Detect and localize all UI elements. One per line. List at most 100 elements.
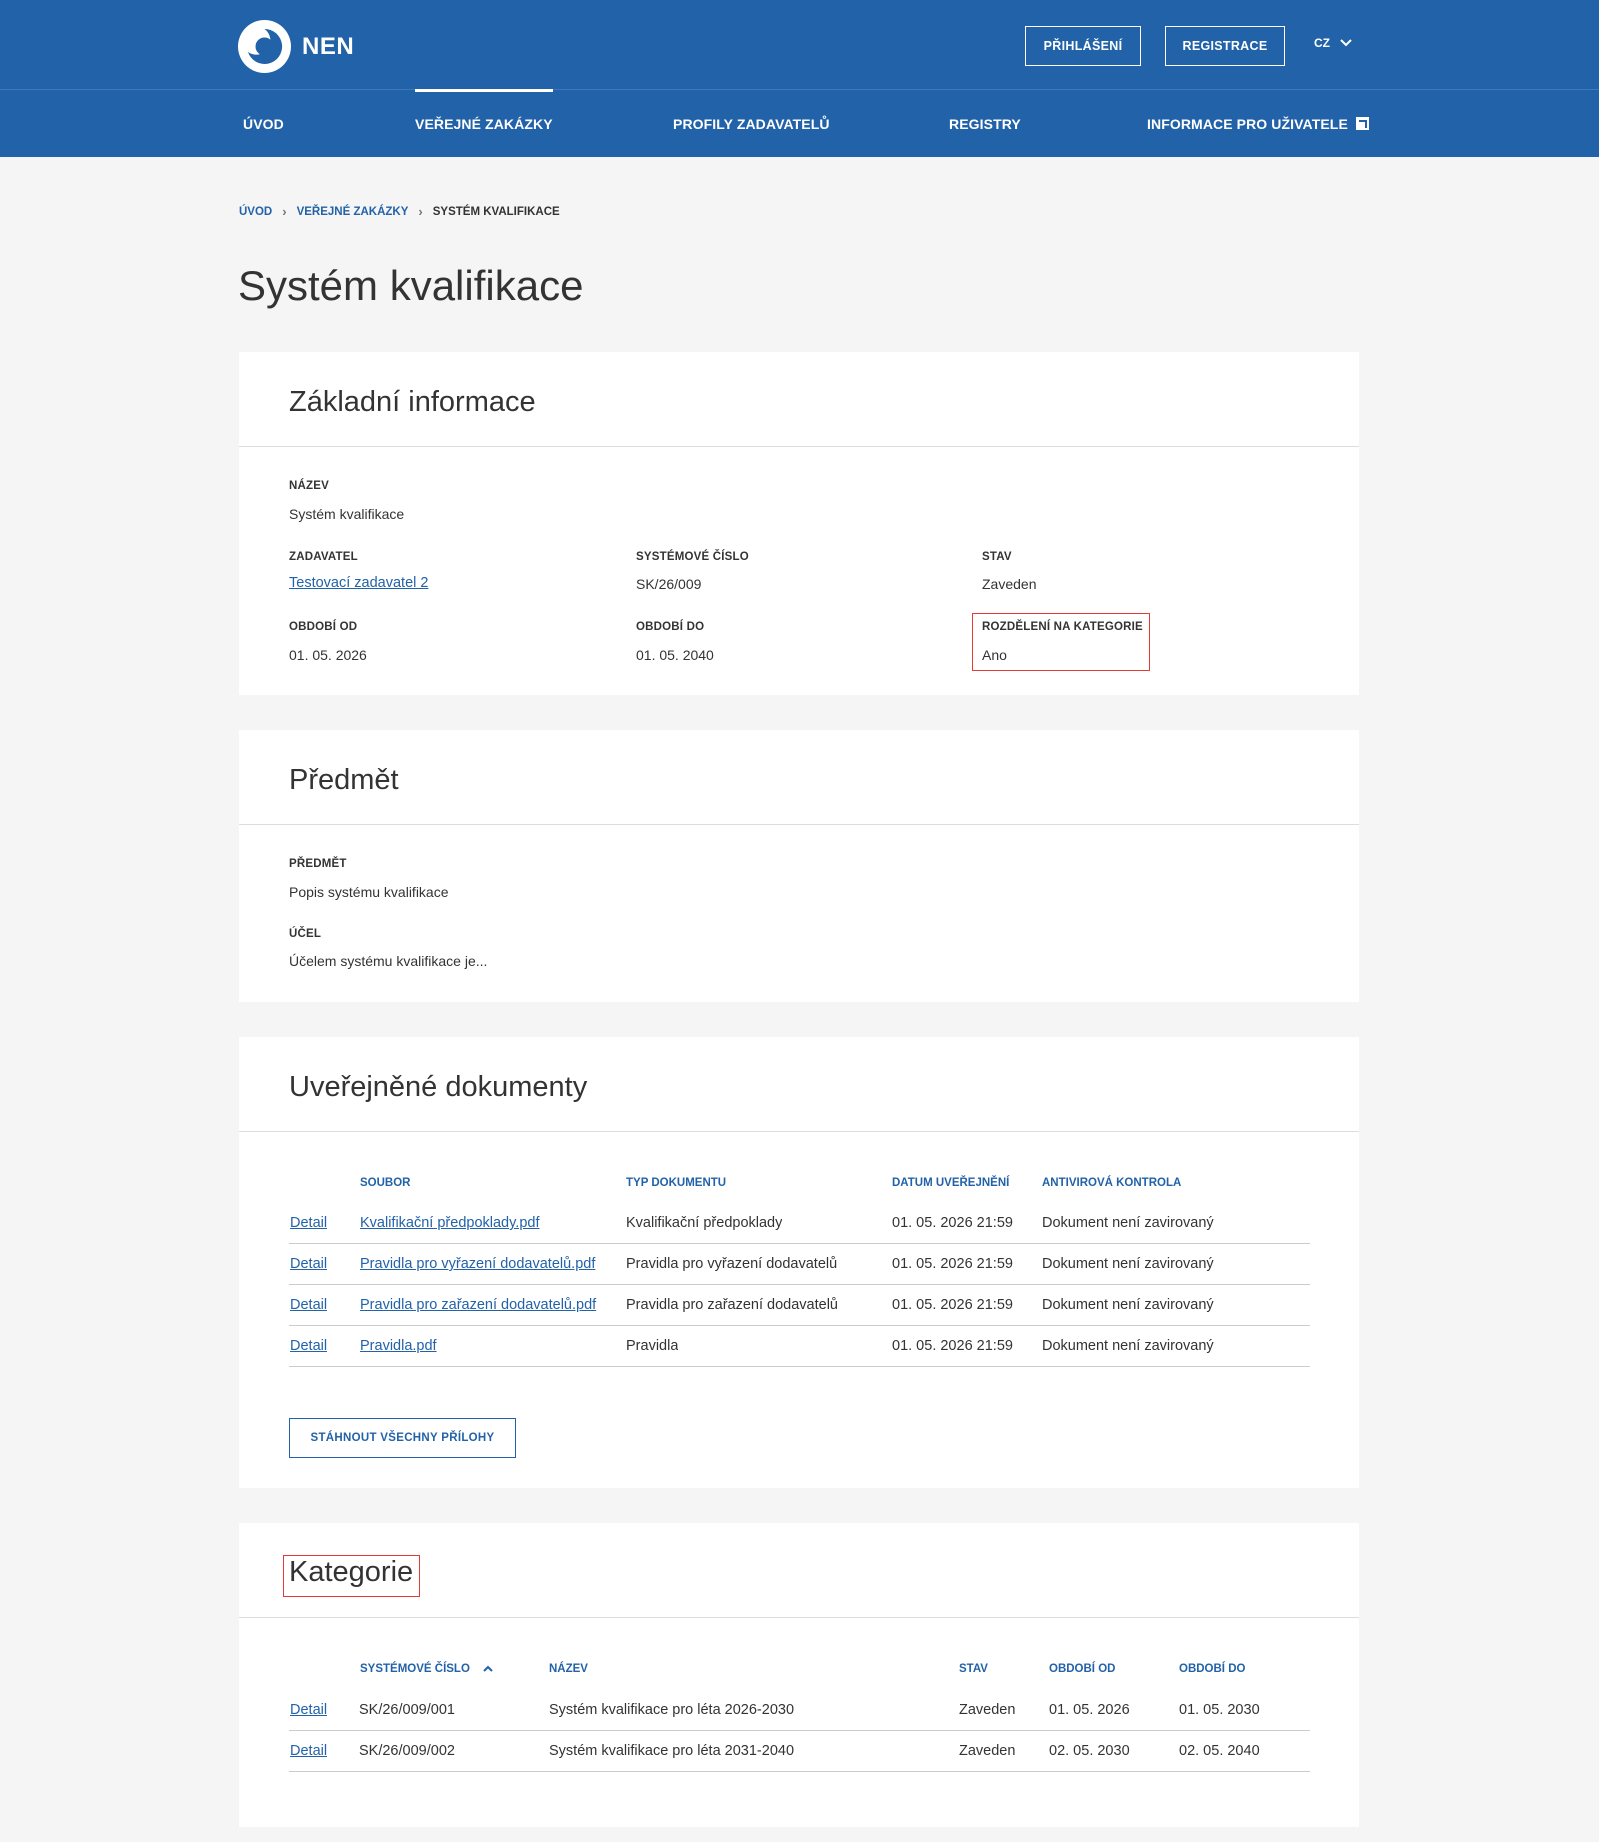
breadcrumb-uvod[interactable]: ÚVOD <box>239 206 272 218</box>
file-link[interactable]: Kvalifikační předpoklady.pdf <box>360 1215 614 1231</box>
card-title: Předmět <box>289 764 399 796</box>
system-number: SK/26/009/002 <box>359 1743 455 1759</box>
detail-link[interactable]: Detail <box>290 1338 327 1354</box>
document-type: Pravidla <box>626 1338 679 1354</box>
name-value: Systém kvalifikace <box>289 506 405 522</box>
purpose-label: ÚČEL <box>289 928 322 940</box>
detail-link[interactable]: Detail <box>290 1256 327 1272</box>
antivirus-status: Dokument není zavirovaný <box>1042 1256 1214 1272</box>
contracting-authority-label: ZADAVATEL <box>289 551 358 563</box>
period-from-value: 01. 05. 2026 <box>289 647 367 663</box>
site-header: NEN PŘIHLÁŠENÍ REGISTRACE CZ ÚVOD VEŘEJN… <box>0 0 1599 157</box>
column-header-type[interactable]: TYP DOKUMENTU <box>626 1177 726 1189</box>
period-to-value: 01. 05. 2040 <box>636 647 714 663</box>
column-header-name[interactable]: NÁZEV <box>549 1663 588 1675</box>
column-header-file[interactable]: SOUBOR <box>360 1177 410 1189</box>
file-link[interactable]: Pravidla pro vyřazení dodavatelů.pdf <box>360 1256 614 1272</box>
antivirus-status: Dokument není zavirovaný <box>1042 1297 1214 1313</box>
detail-link[interactable]: Detail <box>290 1215 327 1231</box>
column-header-antivirus[interactable]: ANTIVIROVÁ KONTROLA <box>1042 1177 1181 1189</box>
basic-info-card: Základní informace NÁZEV Systém kvalifik… <box>239 352 1359 695</box>
publish-date: 01. 05. 2026 21:59 <box>892 1338 1013 1354</box>
card-header: Základní informace <box>239 352 1359 447</box>
system-number: SK/26/009/001 <box>359 1702 455 1718</box>
system-number-value: SK/26/009 <box>636 576 702 592</box>
document-type: Pravidla pro zařazení dodavatelů <box>626 1297 838 1313</box>
card-title: Uveřejněné dokumenty <box>289 1071 588 1103</box>
breadcrumb: ÚVOD › VEŘEJNÉ ZAKÁZKY › SYSTÉM KVALIFIK… <box>239 204 560 219</box>
nav-item-informace-pro-uzivatele[interactable]: INFORMACE PRO UŽIVATELE <box>1147 90 1369 157</box>
subject-card: Předmět PŘEDMĚT Popis systému kvalifikac… <box>239 730 1359 1002</box>
period-from: 02. 05. 2030 <box>1049 1743 1130 1759</box>
sort-ascending-icon <box>483 1666 493 1673</box>
file-link[interactable]: Pravidla.pdf <box>360 1338 614 1354</box>
nen-logo-icon <box>238 20 291 73</box>
column-header-system-number[interactable]: SYSTÉMOVÉ ČÍSLO <box>360 1663 493 1675</box>
purpose-value: Účelem systému kvalifikace je... <box>289 953 488 969</box>
subject-label: PŘEDMĚT <box>289 858 347 870</box>
system-number-label: SYSTÉMOVÉ ČÍSLO <box>636 551 749 563</box>
detail-link[interactable]: Detail <box>290 1297 327 1313</box>
language-select[interactable]: CZ <box>1314 36 1352 50</box>
antivirus-status: Dokument není zavirovaný <box>1042 1215 1214 1231</box>
card-title: Základní informace <box>289 386 536 418</box>
table-row: Detail Pravidla.pdf Pravidla 01. 05. 202… <box>289 1326 1310 1367</box>
subject-value: Popis systému kvalifikace <box>289 884 449 900</box>
category-status: Zaveden <box>959 1702 1016 1718</box>
logo-text: NEN <box>302 32 355 60</box>
column-header-label: SYSTÉMOVÉ ČÍSLO <box>360 1663 470 1675</box>
nav-item-uvod[interactable]: ÚVOD <box>243 90 284 157</box>
nav-item-registry[interactable]: REGISTRY <box>949 90 1021 157</box>
table-row: Detail SK/26/009/001 Systém kvalifikace … <box>289 1690 1310 1731</box>
table-row: Detail Kvalifikační předpoklady.pdf Kval… <box>289 1203 1310 1244</box>
detail-link[interactable]: Detail <box>290 1702 327 1718</box>
category-division-label: ROZDĚLENÍ NA KATEGORIE <box>982 621 1143 633</box>
chevron-right-icon: › <box>418 204 423 219</box>
contracting-authority-link[interactable]: Testovací zadavatel 2 <box>289 575 428 591</box>
register-button[interactable]: REGISTRACE <box>1165 26 1285 66</box>
chevron-down-icon <box>1340 39 1352 47</box>
document-type: Kvalifikační předpoklady <box>626 1215 783 1231</box>
publish-date: 01. 05. 2026 21:59 <box>892 1215 1013 1231</box>
column-header-status[interactable]: STAV <box>959 1663 988 1675</box>
period-to: 02. 05. 2040 <box>1179 1743 1260 1759</box>
breadcrumb-current: SYSTÉM KVALIFIKACE <box>432 205 560 218</box>
status-value: Zaveden <box>982 576 1037 592</box>
period-to: 01. 05. 2030 <box>1179 1702 1260 1718</box>
categories-card: Kategorie SYSTÉMOVÉ ČÍSLO NÁZEV STAV OBD… <box>239 1523 1359 1827</box>
antivirus-status: Dokument není zavirovaný <box>1042 1338 1214 1354</box>
nav-item-label: INFORMACE PRO UŽIVATELE <box>1147 115 1348 132</box>
nav-item-verejne-zakazky[interactable]: VEŘEJNÉ ZAKÁZKY <box>415 89 553 157</box>
category-division-value: Ano <box>982 647 1007 663</box>
file-link[interactable]: Pravidla pro zařazení dodavatelů.pdf <box>360 1297 614 1313</box>
card-header: Kategorie <box>239 1523 1359 1618</box>
language-label: CZ <box>1314 36 1330 50</box>
category-name: Systém kvalifikace pro léta 2026-2030 <box>549 1702 795 1718</box>
table-row: Detail Pravidla pro vyřazení dodavatelů.… <box>289 1244 1310 1285</box>
column-header-period-from[interactable]: OBDOBÍ OD <box>1049 1663 1115 1675</box>
category-status: Zaveden <box>959 1743 1016 1759</box>
nav-item-profily-zadavatelu[interactable]: PROFILY ZADAVATELŮ <box>673 90 830 157</box>
documents-card: Uveřejněné dokumenty SOUBOR TYP DOKUMENT… <box>239 1037 1359 1488</box>
publish-date: 01. 05. 2026 21:59 <box>892 1256 1013 1272</box>
categories-title-highlight <box>283 1555 420 1597</box>
table-row: Detail SK/26/009/002 Systém kvalifikace … <box>289 1731 1310 1772</box>
name-label: NÁZEV <box>289 480 329 492</box>
header-top-bar: NEN PŘIHLÁŠENÍ REGISTRACE CZ <box>0 0 1599 90</box>
external-link-icon <box>1355 117 1369 130</box>
detail-link[interactable]: Detail <box>290 1743 327 1759</box>
period-from: 01. 05. 2026 <box>1049 1702 1130 1718</box>
status-label: STAV <box>982 551 1012 563</box>
document-type: Pravidla pro vyřazení dodavatelů <box>626 1256 838 1272</box>
download-all-button[interactable]: STÁHNOUT VŠECHNY PŘÍLOHY <box>289 1418 516 1458</box>
card-header: Předmět <box>239 730 1359 825</box>
column-header-period-to[interactable]: OBDOBÍ DO <box>1179 1663 1245 1675</box>
card-header: Uveřejněné dokumenty <box>239 1037 1359 1132</box>
category-name: Systém kvalifikace pro léta 2031-2040 <box>549 1743 795 1759</box>
table-row: Detail Pravidla pro zařazení dodavatelů.… <box>289 1285 1310 1326</box>
breadcrumb-verejne-zakazky[interactable]: VEŘEJNÉ ZAKÁZKY <box>297 206 409 218</box>
column-header-date[interactable]: DATUM UVEŘEJNĚNÍ <box>892 1177 1009 1189</box>
logo[interactable]: NEN <box>238 20 354 73</box>
main-nav: ÚVOD VEŘEJNÉ ZAKÁZKY PROFILY ZADAVATELŮ … <box>0 89 1599 157</box>
login-button[interactable]: PŘIHLÁŠENÍ <box>1025 26 1141 66</box>
